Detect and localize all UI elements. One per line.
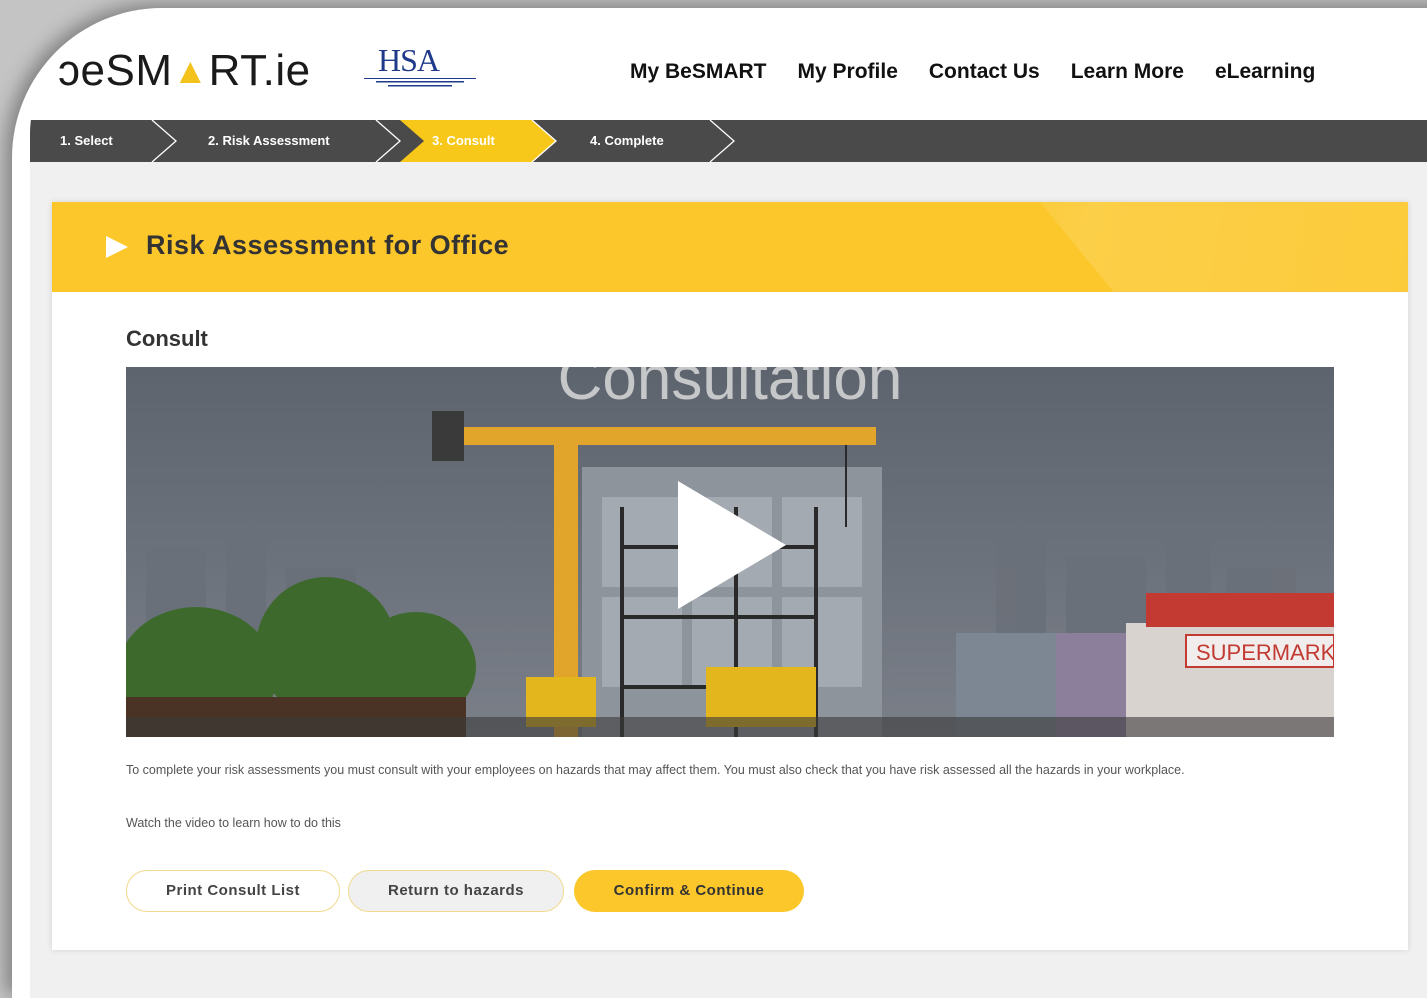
page: ɔeSM▲RT.ie HSA My BeSMART My Profile Con…	[30, 24, 1427, 998]
hsa-tagline-lines	[376, 81, 464, 87]
step-select[interactable]: 1. Select	[60, 120, 113, 162]
header-shade	[1040, 202, 1408, 292]
description-text: To complete your risk assessments you mu…	[126, 763, 1185, 777]
section-title: Consult	[126, 326, 208, 351]
return-to-hazards-button[interactable]: Return to hazards	[348, 870, 564, 912]
site-header: ɔeSM▲RT.ie HSA My BeSMART My Profile Con…	[30, 24, 1427, 120]
step-chevrons	[151, 120, 735, 162]
besmart-logo[interactable]: ɔeSM▲RT.ie	[58, 46, 311, 96]
page-title: Risk Assessment for Office	[146, 230, 510, 260]
instruction-text: Watch the video to learn how to do this	[126, 816, 341, 830]
screenshot-frame: ɔeSM▲RT.ie HSA My BeSMART My Profile Con…	[12, 8, 1427, 998]
play-arrow-icon	[106, 236, 128, 258]
nav-elearning[interactable]: eLearning	[1215, 60, 1315, 84]
supermarket-sign: SUPERMARK	[1196, 640, 1334, 665]
print-consult-list-button[interactable]: Print Consult List	[126, 870, 340, 912]
video-player[interactable]: Consultation SUPERMARK	[126, 367, 1334, 737]
logo-suffix: RT.ie	[208, 46, 311, 95]
progress-steps: 1. Select 2. Risk Assessment 3. Consult …	[30, 120, 1427, 162]
logo-prefix: ɔeSM	[58, 46, 173, 95]
main-nav: My BeSMART My Profile Contact Us Learn M…	[630, 60, 1346, 84]
confirm-continue-button[interactable]: Confirm & Continue	[574, 870, 804, 912]
hsa-mark: HSA	[378, 42, 440, 78]
step-consult[interactable]: 3. Consult	[432, 120, 495, 162]
nav-learn-more[interactable]: Learn More	[1071, 60, 1184, 84]
nav-contact-us[interactable]: Contact Us	[929, 60, 1040, 84]
nav-my-profile[interactable]: My Profile	[798, 60, 898, 84]
nav-my-besmart[interactable]: My BeSMART	[630, 60, 767, 84]
play-icon[interactable]	[678, 481, 786, 609]
step-complete[interactable]: 4. Complete	[590, 120, 664, 162]
step-risk-assessment[interactable]: 2. Risk Assessment	[208, 120, 330, 162]
logo-triangle-icon: ▲	[172, 50, 209, 91]
content-card: Risk Assessment for Office Consult Consu…	[52, 202, 1408, 950]
card-header: Risk Assessment for Office	[52, 202, 1408, 292]
video-overlay-title: Consultation	[558, 367, 903, 413]
hsa-tagline-graphic	[364, 78, 476, 91]
hsa-logo[interactable]: HSA	[364, 44, 476, 91]
